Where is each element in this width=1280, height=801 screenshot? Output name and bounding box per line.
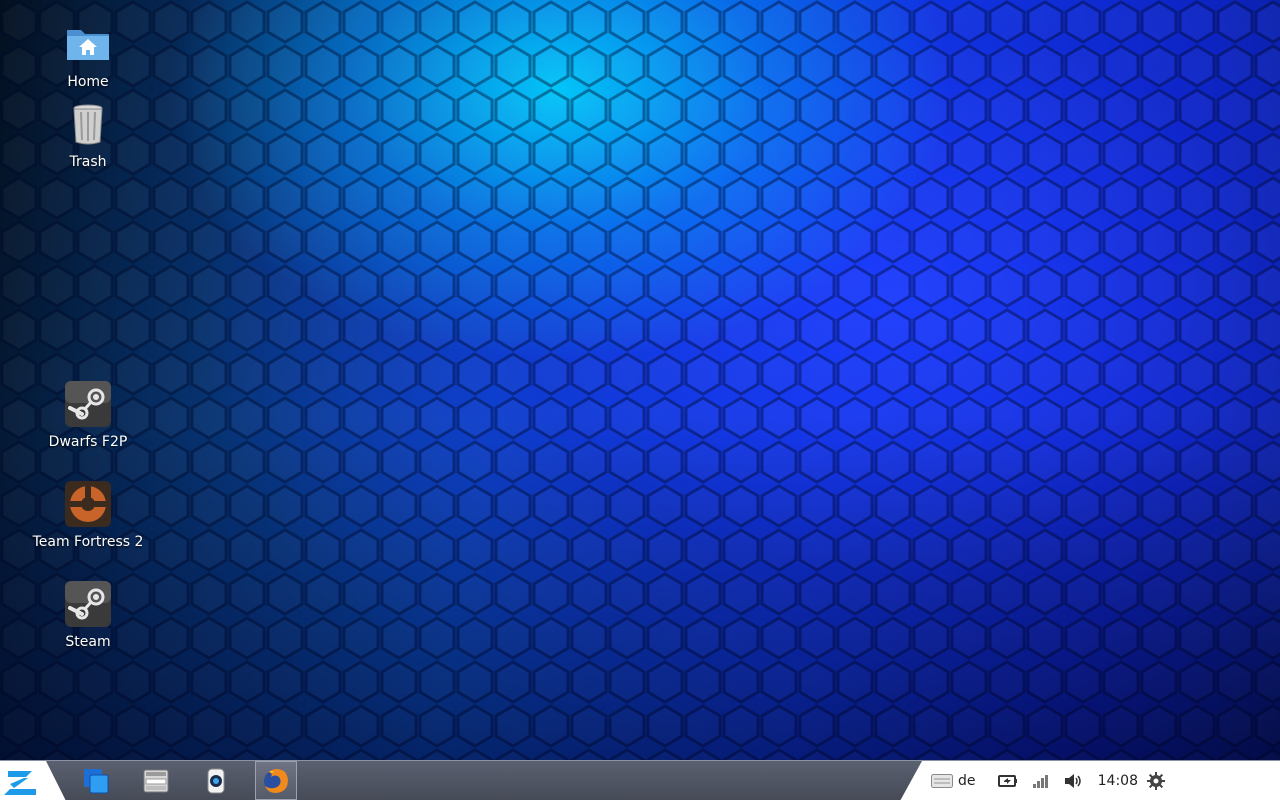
workspace-switcher-icon: [84, 768, 109, 793]
clock[interactable]: 14:08: [1095, 761, 1141, 800]
desktop-icon-label: Trash: [69, 154, 107, 170]
firefox-icon: [264, 768, 288, 793]
desktop: Home Trash Dwarfs F2P Team Fortress 2 St…: [0, 0, 1280, 760]
battery-icon: [997, 774, 1017, 787]
steam-icon: [65, 381, 111, 427]
start-menu-button[interactable]: [0, 761, 66, 801]
desktop-icon-home[interactable]: Home: [28, 20, 148, 90]
desktop-icon-steam[interactable]: Steam: [28, 580, 148, 650]
settings-gear-icon: [1146, 771, 1165, 790]
software-center-launcher[interactable]: [186, 761, 246, 800]
software-center-icon: [207, 768, 225, 793]
file-manager-launcher[interactable]: [126, 761, 186, 800]
desktop-icon-label: Dwarfs F2P: [48, 434, 128, 450]
desktop-icon-dwarfs-f2p[interactable]: Dwarfs F2P: [28, 380, 148, 450]
keyboard-indicator[interactable]: [930, 761, 953, 800]
desktop-icon-trash[interactable]: Trash: [28, 100, 148, 170]
firefox-launcher[interactable]: [255, 761, 297, 800]
steam-icon: [65, 581, 111, 627]
taskbar: de 14:08: [0, 760, 1280, 801]
network-indicator[interactable]: [1027, 761, 1056, 800]
home-folder-icon: [67, 30, 109, 60]
settings-indicator[interactable]: [1141, 761, 1170, 800]
desktop-icon-label: Team Fortress 2: [32, 534, 144, 550]
network-signal-icon: [1033, 774, 1049, 788]
keyboard-layout-label[interactable]: de: [953, 761, 980, 800]
volume-icon: [1065, 773, 1081, 788]
hexagon-wallpaper-pattern: [0, 0, 1280, 760]
launcher-bar: [66, 761, 297, 801]
show-desktop-area[interactable]: [1170, 761, 1280, 800]
tf2-icon: [65, 481, 111, 527]
desktop-icon-team-fortress-2[interactable]: Team Fortress 2: [28, 480, 148, 550]
battery-indicator[interactable]: [988, 761, 1027, 800]
desktop-icon-label: Home: [67, 74, 109, 90]
workspace-switcher-launcher[interactable]: [66, 761, 126, 800]
system-tray: de 14:08: [900, 761, 1170, 800]
zorin-logo-icon: [4, 771, 36, 795]
file-manager-icon: [143, 769, 169, 792]
trash-icon: [73, 104, 103, 145]
keyboard-icon: [930, 773, 953, 788]
volume-indicator[interactable]: [1056, 761, 1091, 800]
desktop-icon-label: Steam: [65, 634, 111, 650]
